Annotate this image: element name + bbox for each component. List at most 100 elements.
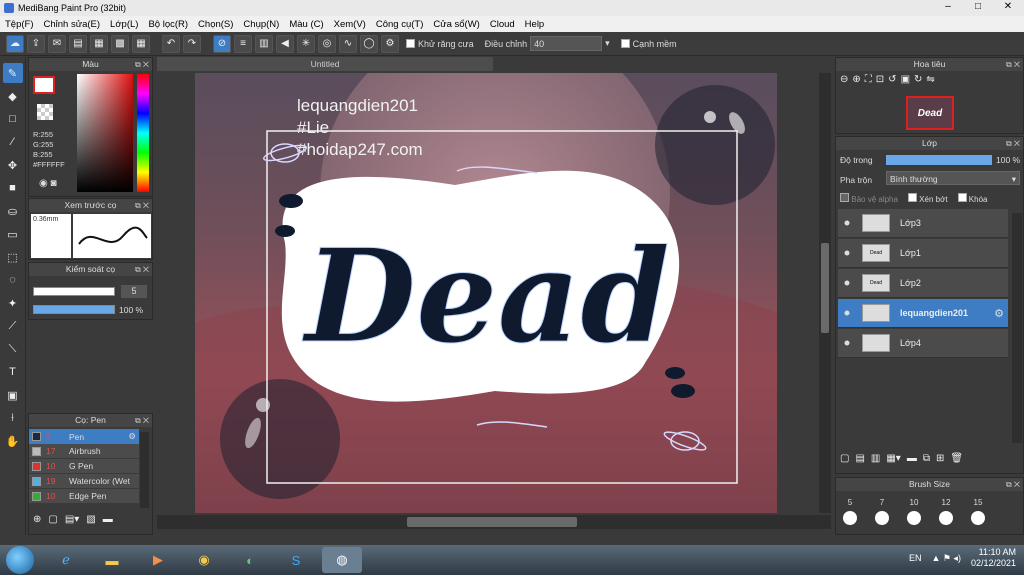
new-8bit-layer-icon[interactable]: ▥	[871, 453, 880, 464]
snap-curve-icon[interactable]: ∿	[339, 34, 357, 53]
medibang-icon[interactable]: ◍	[322, 547, 362, 573]
new-brush-icon[interactable]: ▢	[48, 514, 57, 525]
canvas-horizontal-scrollbar[interactable]	[157, 515, 831, 529]
brush-list-item[interactable]: 10 G Pen	[29, 459, 139, 474]
delete-layer-icon[interactable]: 🗑	[950, 453, 963, 464]
rotate-right-icon[interactable]: ↻	[914, 74, 922, 85]
hue-slider[interactable]	[137, 74, 149, 192]
dot-tool-icon[interactable]: ⁄	[3, 132, 23, 152]
saturation-picker[interactable]	[77, 74, 133, 192]
document-icon[interactable]: ▦	[90, 34, 108, 53]
save-icon[interactable]: ▤	[69, 34, 87, 53]
panel-close-icon[interactable]: ⧉ ✕	[1006, 137, 1020, 150]
brush-size-preset[interactable]: 15	[968, 498, 988, 525]
clock-time[interactable]: 11:10 AM	[971, 547, 1016, 558]
layer-row[interactable]: Dead Lớp1	[838, 239, 1008, 268]
start-button[interactable]	[6, 546, 34, 574]
menu-select[interactable]: Chọn(S)	[193, 19, 238, 30]
layer-opacity-slider[interactable]	[886, 155, 992, 165]
chrome-icon[interactable]: ◉	[184, 547, 224, 573]
brush-list-scrollbar[interactable]	[140, 432, 149, 508]
brush-settings-icon[interactable]: ▧	[86, 514, 95, 525]
layer-row[interactable]: lequangdien201 ⚙	[838, 299, 1008, 328]
cloud-icon[interactable]: ☁	[6, 34, 24, 53]
undo-icon[interactable]: ↶	[162, 34, 180, 53]
select-tool-icon[interactable]: ⬚	[3, 247, 23, 267]
drawing-canvas[interactable]: lequangdien201 #Lie #hoidap247.com Dead	[195, 73, 777, 513]
flip-icon[interactable]: ⇋	[926, 74, 934, 85]
primary-color-swatch[interactable]	[33, 76, 55, 94]
new-halftone-layer-icon[interactable]: ▤	[855, 453, 864, 464]
magic-wand-icon[interactable]: ✦	[3, 293, 23, 313]
palette-icon[interactable]: ◉ ◙	[39, 178, 57, 189]
lock-option[interactable]: Khóa	[957, 193, 987, 204]
edge-option[interactable]: Cạnh mềm	[617, 39, 681, 49]
text-tool-icon[interactable]: T	[3, 362, 23, 382]
clip-option[interactable]: Xén bớt	[907, 193, 948, 204]
file-explorer-icon[interactable]: ▬	[92, 547, 132, 573]
minimize-button[interactable]: –	[934, 0, 962, 14]
visibility-eye-icon[interactable]	[844, 250, 850, 256]
grid-icon[interactable]: ▦	[132, 34, 150, 53]
horizontal-scroll-thumb[interactable]	[407, 517, 577, 527]
tray-icons[interactable]: ▲ ⚑ ◂)	[931, 553, 961, 564]
language-indicator[interactable]: EN	[909, 553, 922, 563]
document-tab[interactable]: Untitled	[157, 57, 493, 71]
brush-menu-icon[interactable]: ▤▾	[65, 514, 79, 525]
rotate-reset-icon[interactable]: ▣	[901, 74, 910, 85]
snap-parallel-icon[interactable]: ≡	[234, 34, 252, 53]
browser-icon[interactable]: ◐	[230, 547, 270, 573]
menu-view[interactable]: Xem(V)	[329, 19, 371, 30]
menu-help[interactable]: Help	[520, 19, 550, 30]
brush-size-preset[interactable]: 10	[904, 498, 924, 525]
media-player-icon[interactable]: ▶	[138, 547, 178, 573]
menu-snap[interactable]: Chụp(N)	[238, 19, 284, 30]
redo-icon[interactable]: ↷	[183, 34, 201, 53]
layer-row[interactable]: Lớp4	[838, 329, 1008, 358]
snap-circle-icon[interactable]: ◎	[318, 34, 336, 53]
layout-icon[interactable]: ▩	[111, 34, 129, 53]
eyedropper-icon[interactable]: ⟊	[3, 408, 23, 428]
brush-size-preset[interactable]: 7	[872, 498, 892, 525]
brush-list-item[interactable]: 19 Watercolor (Wet	[29, 474, 139, 489]
layer-settings-gear-icon[interactable]: ⚙	[994, 307, 1004, 320]
panel-close-icon[interactable]: ⧉ ✕	[135, 199, 149, 212]
close-button[interactable]: ✕	[994, 0, 1022, 14]
canvas-vertical-scrollbar[interactable]	[819, 73, 831, 513]
menu-cloud[interactable]: Cloud	[485, 19, 520, 30]
fill-rect-tool-icon[interactable]: ■	[3, 178, 23, 198]
snap-vanishing-icon[interactable]: ◀	[276, 34, 294, 53]
snap-ellipse-icon[interactable]: ◯	[360, 34, 378, 53]
new-layer-icon[interactable]: ▢	[840, 453, 849, 464]
maximize-button[interactable]: □	[964, 0, 992, 14]
duplicate-layer-icon[interactable]: ⧉	[923, 453, 930, 464]
navigator-thumbnail[interactable]: Dead	[906, 96, 954, 130]
skype-icon[interactable]: S	[276, 547, 316, 573]
snap-off-icon[interactable]: ⊘	[213, 34, 231, 53]
brush-size-preset[interactable]: 5	[840, 498, 860, 525]
brush-settings-gear-icon[interactable]: ⚙	[128, 431, 136, 442]
blend-mode-select[interactable]: Bình thường ▾	[886, 171, 1020, 185]
clock-date[interactable]: 02/12/2021	[971, 558, 1016, 569]
brush-opacity-slider[interactable]	[33, 305, 115, 314]
antialias-option[interactable]: Khử răng cưa	[402, 39, 478, 49]
dropdown-icon[interactable]: ▾	[605, 38, 610, 49]
layer-list-scrollbar[interactable]	[1012, 213, 1022, 443]
select-eraser-icon[interactable]: ⟍	[3, 339, 23, 359]
lasso-tool-icon[interactable]: ◌	[3, 270, 23, 290]
menu-color[interactable]: Màu (C)	[284, 19, 328, 30]
visibility-eye-icon[interactable]	[844, 280, 850, 286]
brush-tool-icon[interactable]: ✎	[2, 63, 23, 83]
snap-settings-icon[interactable]: ⚙	[381, 34, 399, 53]
comment-icon[interactable]: ✉	[48, 34, 66, 53]
snap-radial-icon[interactable]: ✳	[297, 34, 315, 53]
add-brush-icon[interactable]: ⊕	[33, 514, 41, 525]
panel-close-icon[interactable]: ⧉ ✕	[135, 263, 149, 276]
actual-size-icon[interactable]: ⊡	[876, 74, 884, 85]
brush-list-item[interactable]: 10 Edge Pen	[29, 489, 139, 504]
select-pen-icon[interactable]: ⟋	[3, 316, 23, 336]
brush-list-item[interactable]: 5 Pen ⚙	[29, 429, 139, 444]
layer-row[interactable]: Lớp3	[838, 209, 1008, 238]
edge-checkbox[interactable]	[620, 39, 630, 48]
antialias-checkbox[interactable]	[406, 39, 415, 48]
